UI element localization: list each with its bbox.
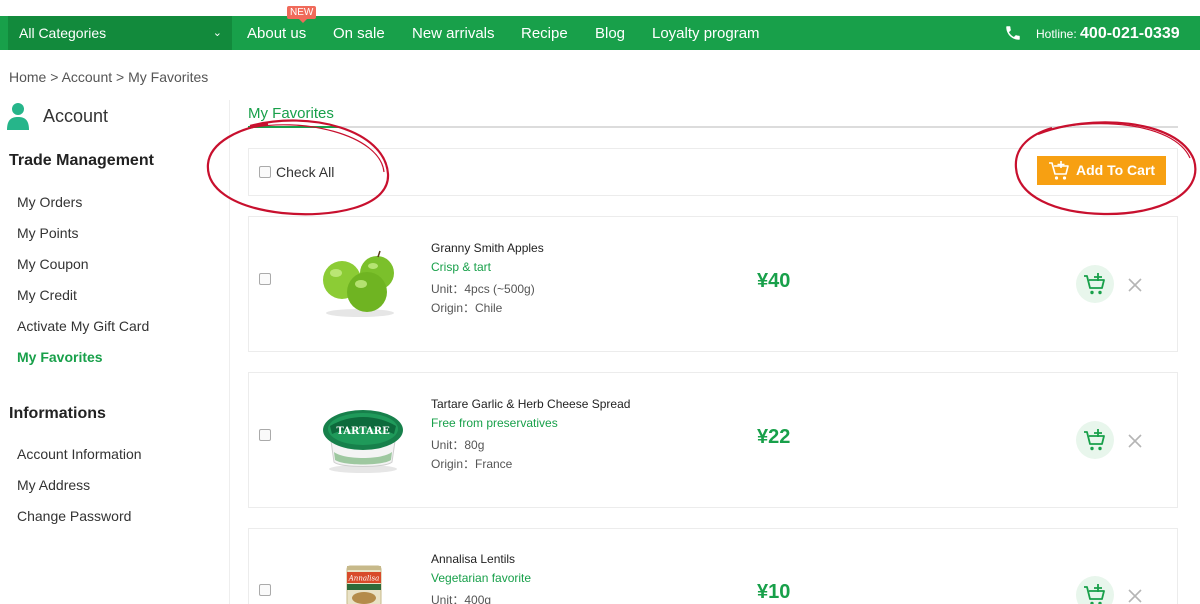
sidebar-item-my-address[interactable]: My Address xyxy=(17,477,90,493)
add-cart-icon xyxy=(1049,161,1069,180)
remove-item-close-icon[interactable] xyxy=(1127,588,1143,604)
user-icon xyxy=(7,103,29,130)
cheese-spread-tub-image: TARTARE xyxy=(323,410,403,473)
hotline-label: Hotline: xyxy=(1036,27,1077,41)
tab-underline xyxy=(248,126,1178,128)
add-cart-icon xyxy=(1084,584,1105,604)
lentils-can-image: Annalisa xyxy=(346,565,382,604)
breadcrumb-account[interactable]: Account xyxy=(62,69,113,85)
product-name[interactable]: Tartare Garlic & Herb Cheese Spread xyxy=(431,397,630,411)
product-price: ¥22 xyxy=(757,426,791,448)
add-cart-icon xyxy=(1084,429,1105,451)
tab-my-favorites[interactable]: My Favorites xyxy=(248,105,334,122)
product-name[interactable]: Annalisa Lentils xyxy=(431,552,515,566)
tartare-lid-text: TARTARE xyxy=(336,426,390,437)
remove-item-close-icon[interactable] xyxy=(1127,277,1143,293)
nav-about-us[interactable]: About us xyxy=(247,16,306,50)
add-to-cart-label: Add To Cart xyxy=(1076,162,1156,178)
sidebar-item-activate-gift-card[interactable]: Activate My Gift Card xyxy=(17,318,149,334)
item-checkbox[interactable] xyxy=(259,273,271,285)
breadcrumb-current: My Favorites xyxy=(128,69,209,85)
product-unit: Unit：400g xyxy=(431,593,492,604)
product-price: ¥40 xyxy=(757,270,791,292)
sidebar-item-my-credit[interactable]: My Credit xyxy=(17,287,77,303)
phone-icon xyxy=(1006,26,1020,40)
sidebar-item-my-favorites[interactable]: My Favorites xyxy=(17,349,103,365)
product-tagline: Crisp & tart xyxy=(431,260,492,274)
top-nav-bar: All Categories ⌄ About us NEW On sale Ne… xyxy=(0,6,1200,50)
check-all-label[interactable]: Check All xyxy=(276,164,334,180)
chevron-down-icon: ⌄ xyxy=(212,27,222,39)
sidebar-divider xyxy=(229,100,230,604)
sidebar-item-my-points[interactable]: My Points xyxy=(17,225,78,241)
sidebar-title: Account xyxy=(43,106,109,126)
sidebar-item-change-password[interactable]: Change Password xyxy=(17,508,131,524)
nav-loyalty-program[interactable]: Loyalty program xyxy=(652,16,760,50)
nav-recipe[interactable]: Recipe xyxy=(521,16,568,50)
item-checkbox[interactable] xyxy=(259,584,271,596)
product-origin: Origin：France xyxy=(431,457,513,471)
all-categories-dropdown[interactable]: All Categories ⌄ xyxy=(8,16,232,50)
remove-item-close-icon[interactable] xyxy=(1127,433,1143,449)
annalisa-label-text: Annalisa xyxy=(348,575,380,583)
product-unit: Unit：80g xyxy=(431,438,485,452)
green-apples-image xyxy=(323,250,394,317)
product-name[interactable]: Granny Smith Apples xyxy=(431,241,544,255)
favorite-item xyxy=(248,528,1178,604)
new-badge: NEW xyxy=(287,6,317,23)
breadcrumb: Home > Account > My Favorites xyxy=(9,69,208,85)
sidebar-item-my-orders[interactable]: My Orders xyxy=(17,194,82,210)
product-tagline: Vegetarian favorite xyxy=(431,571,532,585)
product-unit: Unit：4pcs (~500g) xyxy=(431,282,535,296)
sidebar-item-my-coupon[interactable]: My Coupon xyxy=(17,256,89,272)
product-origin: Origin：Chile xyxy=(431,301,503,315)
breadcrumb-separator: > xyxy=(50,69,59,85)
add-item-to-cart-button[interactable] xyxy=(1076,421,1114,459)
check-all-checkbox[interactable] xyxy=(259,166,271,178)
product-tagline: Free from preservatives xyxy=(431,416,558,430)
sidebar-heading-trade-management: Trade Management xyxy=(9,152,154,169)
breadcrumb-separator: > xyxy=(116,69,125,85)
nav-blog[interactable]: Blog xyxy=(595,16,625,50)
hotline: Hotline: 400-021-0339 xyxy=(1036,16,1180,50)
nav-on-sale[interactable]: On sale xyxy=(333,16,385,50)
hotline-number: 400-021-0339 xyxy=(1080,25,1180,42)
sidebar-heading-informations: Informations xyxy=(9,405,106,422)
breadcrumb-home[interactable]: Home xyxy=(9,69,46,85)
item-checkbox[interactable] xyxy=(259,429,271,441)
add-cart-icon xyxy=(1084,273,1105,295)
all-categories-label: All Categories xyxy=(19,25,107,41)
nav-new-arrivals[interactable]: New arrivals xyxy=(412,16,495,50)
add-item-to-cart-button[interactable] xyxy=(1076,265,1114,303)
add-to-cart-button[interactable]: Add To Cart xyxy=(1037,156,1166,185)
sidebar-item-account-information[interactable]: Account Information xyxy=(17,446,142,462)
product-price: ¥10 xyxy=(757,581,791,603)
